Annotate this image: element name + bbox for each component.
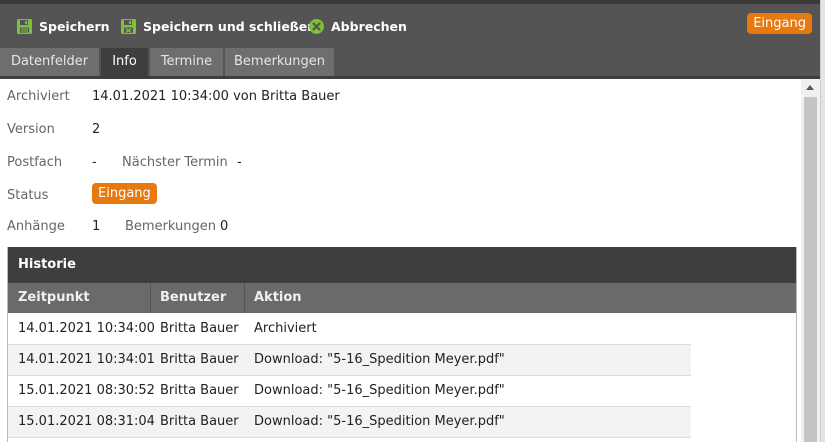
- cell-time: 14.01.2021 10:34:01: [18, 352, 155, 367]
- cell-time: 15.01.2021 08:30:52: [18, 383, 155, 398]
- status-label: Status: [7, 188, 49, 203]
- remarks-label: Bemerkungen: [125, 219, 217, 234]
- table-row[interactable]: 14.01.2021 10:34:01 Britta Bauer Downloa…: [8, 345, 691, 376]
- floppy-disk-icon: [16, 18, 33, 35]
- history-header-row: Zeitpunkt Benutzer Aktion: [8, 283, 796, 313]
- history-title: Historie: [8, 247, 796, 283]
- tab-termine[interactable]: Termine: [150, 48, 223, 76]
- tab-datenfelder[interactable]: Datenfelder: [0, 48, 99, 76]
- status-badge: Eingang: [92, 183, 157, 204]
- floppy-disk-close-icon: [120, 18, 137, 35]
- table-row[interactable]: 15.01.2021 08:30:52 Britta Bauer Downloa…: [8, 376, 691, 407]
- cell-action: Download: "5-16_Spedition Meyer.pdf": [254, 352, 505, 367]
- history-panel: Historie Zeitpunkt Benutzer Aktion 14.01…: [7, 247, 797, 442]
- archived-label: Archiviert: [7, 89, 70, 104]
- remarks-value: 0: [220, 219, 229, 234]
- table-row[interactable]: 15.01.2021 08:31:04 Britta Bauer Downloa…: [8, 407, 691, 438]
- status-badge-toolbar[interactable]: Eingang: [747, 13, 812, 34]
- table-row[interactable]: 14.01.2021 10:34:00 Britta Bauer Archivi…: [8, 314, 691, 345]
- cancel-button[interactable]: Abbrechen: [308, 15, 407, 37]
- version-label: Version: [7, 122, 55, 137]
- tab-underline: [0, 76, 820, 79]
- cell-user: Britta Bauer: [160, 321, 239, 336]
- cell-action: Download: "5-16_Spedition Meyer.pdf": [254, 414, 505, 429]
- column-header-zeitpunkt[interactable]: Zeitpunkt: [8, 283, 90, 313]
- cell-user: Britta Bauer: [160, 414, 239, 429]
- toolbar: Speichern Speichern und schließen Abbrec…: [0, 0, 820, 48]
- save-label: Speichern: [39, 18, 110, 34]
- column-header-benutzer[interactable]: Benutzer: [150, 283, 226, 313]
- cell-action: Archiviert: [254, 321, 317, 336]
- cell-user: Britta Bauer: [160, 352, 239, 367]
- postfach-label: Postfach: [7, 155, 63, 170]
- cell-time: 15.01.2021 08:31:04: [18, 414, 155, 429]
- tab-bar: Datenfelder Info Termine Bemerkungen: [0, 48, 820, 76]
- window-edge: [820, 0, 825, 442]
- cancel-label: Abbrechen: [331, 18, 407, 34]
- save-and-close-label: Speichern und schließen: [143, 18, 317, 34]
- attachments-label: Anhänge: [7, 219, 65, 234]
- archived-value: 14.01.2021 10:34:00 von Britta Bauer: [92, 89, 340, 104]
- attachments-value: 1: [92, 219, 101, 234]
- cell-user: Britta Bauer: [160, 383, 239, 398]
- scroll-up-arrow-icon[interactable]: [806, 85, 814, 90]
- column-header-aktion[interactable]: Aktion: [244, 283, 302, 313]
- save-button[interactable]: Speichern: [16, 15, 110, 37]
- scrollbar-thumb[interactable]: [804, 97, 817, 442]
- cell-time: 14.01.2021 10:34:00: [18, 321, 155, 336]
- next-appointment-label: Nächster Termin: [122, 155, 228, 170]
- vertical-scrollbar[interactable]: [801, 79, 820, 442]
- version-value: 2: [92, 122, 101, 137]
- save-and-close-button[interactable]: Speichern und schließen: [120, 15, 316, 37]
- cancel-circle-icon: [308, 18, 325, 35]
- next-appointment-value: -: [237, 155, 242, 170]
- tab-info[interactable]: Info: [101, 48, 148, 76]
- postfach-value: -: [92, 155, 97, 170]
- tab-bemerkungen[interactable]: Bemerkungen: [225, 48, 334, 76]
- cell-action: Download: "5-16_Spedition Meyer.pdf": [254, 383, 505, 398]
